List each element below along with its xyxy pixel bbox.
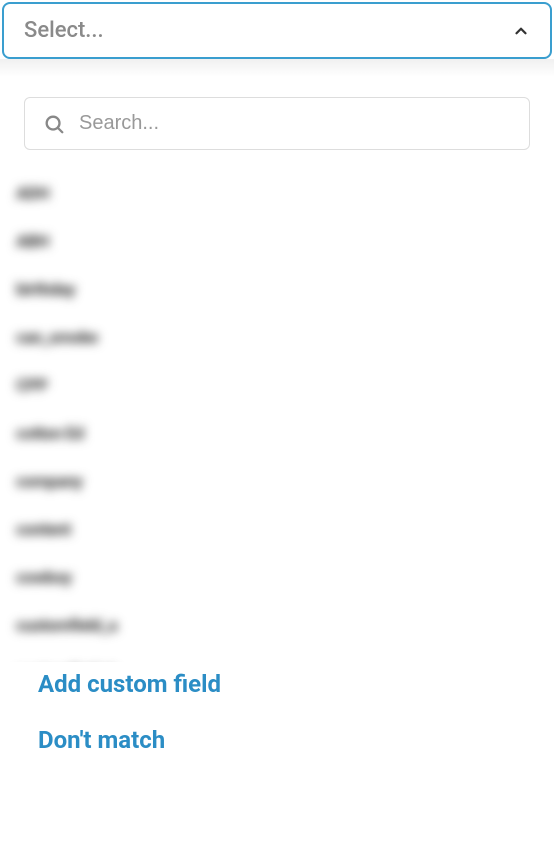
list-item[interactable]: content — [16, 514, 530, 546]
footer-actions: Add custom field Don't match — [0, 662, 554, 754]
dropdown-shadow — [0, 59, 554, 77]
list-item[interactable]: cotton Ed — [16, 418, 530, 450]
list-item[interactable]: customfield_b — [16, 658, 530, 662]
dont-match-link[interactable]: Don't match — [38, 726, 516, 754]
list-item[interactable]: CPP — [16, 370, 530, 402]
select-placeholder: Select... — [24, 18, 104, 43]
search-icon — [43, 113, 65, 135]
list-item[interactable]: birthday — [16, 274, 530, 306]
select-dropdown-header[interactable]: Select... — [2, 2, 552, 59]
search-box[interactable] — [24, 97, 530, 150]
list-item[interactable]: can_smoke — [16, 322, 530, 354]
list-item[interactable]: company — [16, 466, 530, 498]
list-item[interactable]: cowboy — [16, 562, 530, 594]
options-scroll-area[interactable]: ADH ABH birthday can_smoke CPP cotton Ed… — [0, 162, 554, 662]
search-input[interactable] — [79, 112, 511, 135]
list-item[interactable]: customfield_a — [16, 610, 530, 642]
list-item[interactable]: ABH — [16, 226, 530, 258]
add-custom-field-link[interactable]: Add custom field — [38, 670, 516, 698]
options-list: ADH ABH birthday can_smoke CPP cotton Ed… — [16, 166, 530, 662]
list-item[interactable]: ADH — [16, 178, 530, 210]
chevron-up-icon — [512, 22, 530, 40]
